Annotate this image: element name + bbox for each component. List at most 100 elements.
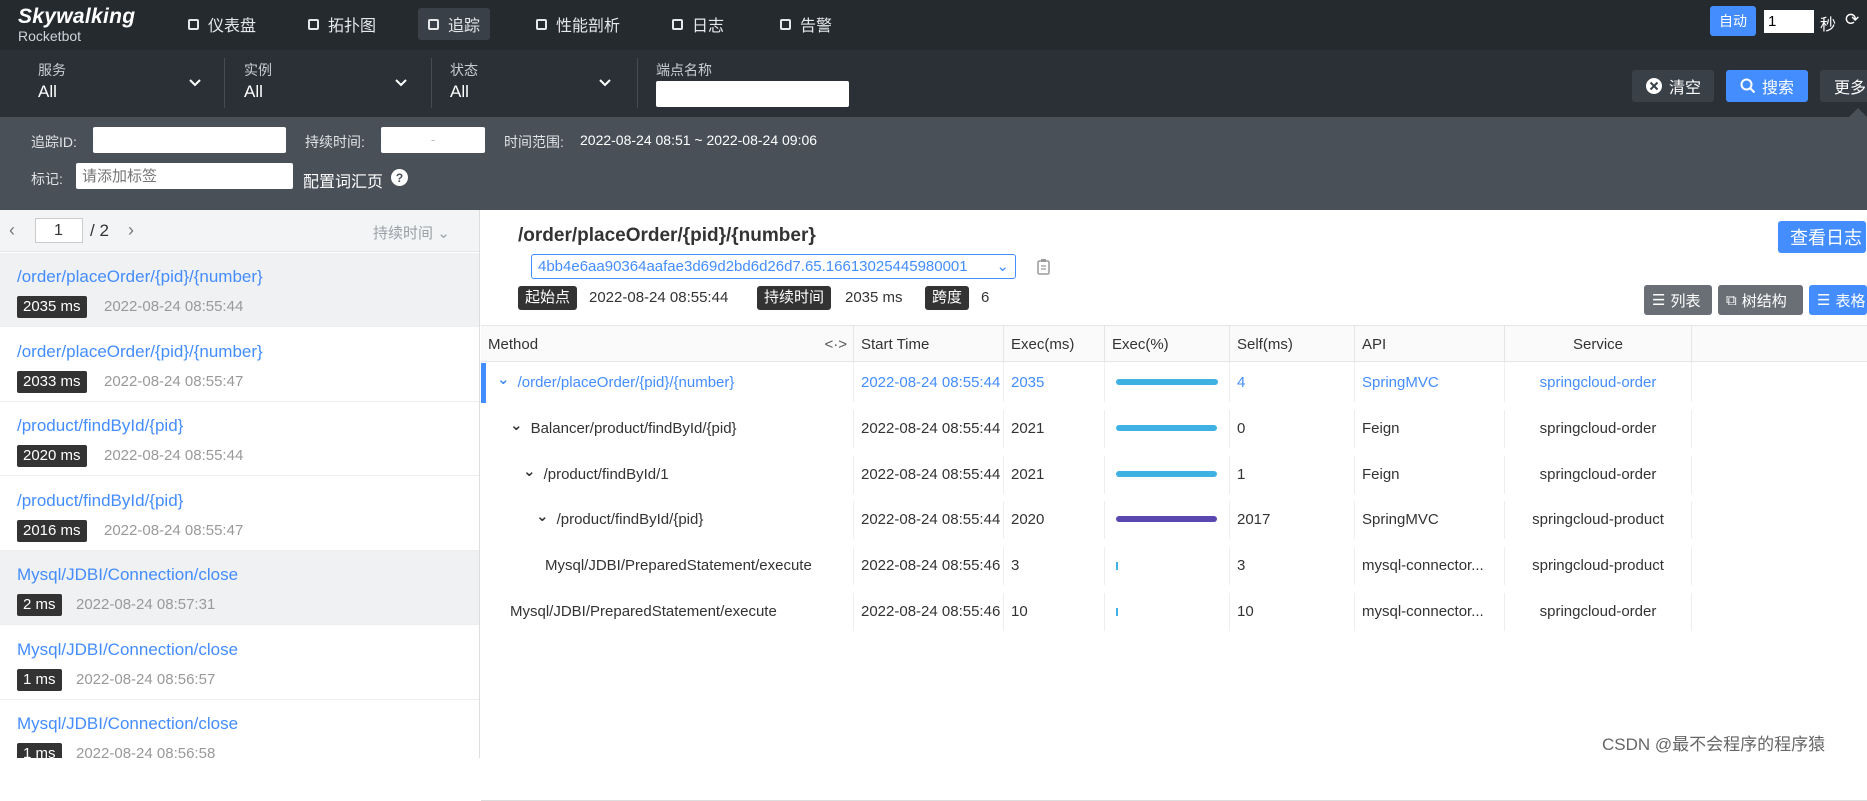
span-row[interactable]: Mysql/JDBI/PreparedStatement/execute 2022… bbox=[481, 547, 1867, 586]
clear-button[interactable]: 清空 bbox=[1632, 70, 1714, 102]
divider bbox=[637, 58, 638, 108]
nav-label: 性能剖析 bbox=[556, 18, 621, 35]
help-icon[interactable]: ? bbox=[391, 169, 408, 186]
trace-list-item[interactable]: /order/placeOrder/{pid}/{number} 2033 ms 2… bbox=[0, 328, 479, 402]
service-label: 服务 bbox=[38, 62, 66, 78]
tags-input[interactable] bbox=[76, 163, 293, 189]
refresh-icon[interactable]: ⟳ bbox=[1845, 10, 1859, 30]
trace-timestamp: 2022-08-24 08:55:44 bbox=[104, 447, 244, 464]
span-row[interactable]: ⌄ /order/placeOrder/{pid}/{number} 2022-08… bbox=[481, 363, 1867, 403]
duration-badge: 2016 ms bbox=[17, 519, 87, 542]
method-cell: Mysql/JDBI/PreparedStatement/execute bbox=[481, 593, 854, 631]
nav-label: 告警 bbox=[800, 18, 833, 35]
trace-detail-panel: /order/placeOrder/{pid}/{number} 查看日志 4b… bbox=[481, 210, 1867, 801]
span-value: 6 bbox=[981, 289, 990, 306]
view-log-button[interactable]: 查看日志 bbox=[1778, 221, 1866, 253]
trace-id-select[interactable]: 4bb4e6aa90364aafae3d69d2bd6d26d7.65.1661… bbox=[531, 254, 1016, 279]
api-cell: Feign bbox=[1355, 455, 1505, 494]
duration-badge: 2035 ms bbox=[17, 296, 87, 318]
trace-endpoint: /order/placeOrder/{pid}/{number} bbox=[17, 341, 263, 361]
divider bbox=[224, 58, 225, 108]
search-label: 搜索 bbox=[1761, 80, 1794, 97]
view-tree-button[interactable]: ⧉ 树结构 bbox=[1718, 285, 1803, 315]
instance-label: 实例 bbox=[244, 62, 272, 78]
self-cell: 1 bbox=[1230, 455, 1355, 494]
trace-list-item[interactable]: Mysql/JDBI/Connection/close 2 ms 2022-08-2… bbox=[0, 551, 479, 625]
search-button[interactable]: 搜索 bbox=[1726, 70, 1808, 102]
duration-separator: - bbox=[430, 132, 436, 147]
more-button[interactable]: 更多 bbox=[1820, 70, 1867, 102]
chevron-down-icon bbox=[395, 79, 407, 87]
exec-cell: 10 bbox=[1004, 593, 1105, 631]
trace-list-item[interactable]: /order/placeOrder/{pid}/{number} 2035 ms 2… bbox=[0, 253, 479, 327]
copy-icon[interactable] bbox=[1036, 258, 1052, 276]
nav-item-3[interactable]: 性能剖析 bbox=[526, 8, 630, 40]
logo-subtitle: Rocketbot bbox=[18, 28, 82, 44]
service-select[interactable]: 服务 All bbox=[38, 60, 208, 106]
chevron-down-icon[interactable]: ⌄ bbox=[497, 364, 510, 399]
trace-timestamp: 2022-08-24 08:55:44 bbox=[104, 298, 244, 315]
endpoint-input[interactable] bbox=[656, 81, 849, 107]
chevron-down-icon[interactable]: ⌄ bbox=[510, 410, 523, 445]
status-value: All bbox=[450, 82, 469, 101]
filter-bar: 服务 All 实例 All 状态 All 端点名称 bbox=[0, 50, 1867, 117]
close-circle-icon bbox=[1645, 78, 1662, 94]
resize-icon[interactable]: <·> bbox=[824, 326, 847, 363]
sort-select[interactable]: 持续时间 ⌄ bbox=[373, 222, 450, 243]
trace-list-item[interactable]: Mysql/JDBI/Connection/close 1 ms 2022-08-2… bbox=[0, 626, 479, 700]
topology-icon bbox=[308, 18, 319, 30]
prev-page-icon[interactable]: ‹ bbox=[9, 220, 15, 241]
span-row[interactable]: Mysql/JDBI/PreparedStatement/execute 2022… bbox=[481, 593, 1867, 631]
table-icon: ☰ bbox=[1817, 292, 1831, 309]
config-link[interactable]: 配置词汇页 bbox=[303, 168, 383, 192]
trace-id-label: 追踪ID: bbox=[31, 134, 77, 150]
nav-item-0[interactable]: 仪表盘 bbox=[178, 8, 266, 40]
nav-item-4[interactable]: 日志 bbox=[662, 8, 734, 40]
span-row[interactable]: ⌄ /product/findById/{pid} 2022-08-24 08:55… bbox=[481, 501, 1867, 540]
next-page-icon[interactable]: › bbox=[128, 220, 134, 241]
start-cell: 2022-08-24 08:55:44 bbox=[854, 364, 1004, 402]
chevron-down-icon: ⌄ bbox=[996, 258, 1009, 275]
trace-list-item[interactable]: /product/findById/{pid} 2020 ms 2022-08-24… bbox=[0, 402, 479, 476]
page-input[interactable]: 1 bbox=[35, 218, 83, 243]
span-row[interactable]: ⌄ /product/findById/1 2022-08-24 08:55:44 2… bbox=[481, 455, 1867, 494]
refresh-interval-input[interactable] bbox=[1764, 10, 1814, 33]
chevron-down-icon[interactable]: ⌄ bbox=[523, 456, 536, 491]
view-table-button[interactable]: ☰ 表格 bbox=[1809, 285, 1867, 315]
nav-item-5[interactable]: 告警 bbox=[770, 8, 842, 40]
self-cell: 3 bbox=[1230, 547, 1355, 586]
duration-label: 持续时间: bbox=[305, 134, 365, 150]
column-header: Self(ms) bbox=[1230, 326, 1355, 363]
nav-item-1[interactable]: 拓扑图 bbox=[298, 8, 386, 40]
method-cell: ⌄ /product/findById/1 bbox=[481, 455, 854, 494]
trace-endpoint: Mysql/JDBI/Connection/close bbox=[17, 639, 239, 659]
trace-icon bbox=[428, 18, 439, 30]
method-cell: ⌄ Balancer/product/findById/{pid} bbox=[481, 409, 854, 448]
service-cell: springcloud-order bbox=[1505, 593, 1692, 631]
trace-list-item[interactable]: Mysql/JDBI/Connection/close 1 ms 2022-08-2… bbox=[0, 700, 479, 758]
duration-badge: 2033 ms bbox=[17, 370, 87, 393]
duration-tag: 持续时间 bbox=[757, 286, 832, 310]
start-tag: 起始点 bbox=[518, 286, 578, 310]
exec-percent-cell bbox=[1105, 593, 1230, 631]
duration-range-input[interactable]: - bbox=[381, 127, 485, 153]
trace-id-input[interactable] bbox=[93, 127, 286, 153]
dashboard-icon bbox=[188, 18, 199, 30]
exec-cell: 2020 bbox=[1004, 501, 1105, 540]
view-table-label: 表格 bbox=[1835, 292, 1866, 310]
exec-percent-cell bbox=[1105, 501, 1230, 540]
view-list-button[interactable]: ☰ 列表 bbox=[1644, 285, 1712, 315]
clear-label: 清空 bbox=[1668, 80, 1701, 97]
duration-badge: 2020 ms bbox=[17, 445, 87, 467]
status-select[interactable]: 状态 All bbox=[450, 60, 620, 106]
log-icon bbox=[672, 18, 683, 30]
instance-value: All bbox=[244, 82, 263, 101]
chevron-down-icon[interactable]: ⌄ bbox=[536, 501, 549, 536]
trace-list-item[interactable]: /product/findById/{pid} 2016 ms 2022-08-24… bbox=[0, 477, 479, 551]
auto-refresh-button[interactable]: 自动 bbox=[1710, 6, 1756, 36]
span-row[interactable]: ⌄ Balancer/product/findById/{pid} 2022-08-… bbox=[481, 409, 1867, 448]
column-header: Start Time bbox=[854, 326, 1004, 363]
method-name: /product/findById/{pid} bbox=[556, 511, 704, 529]
instance-select[interactable]: 实例 All bbox=[244, 60, 414, 106]
nav-item-2[interactable]: 追踪 bbox=[418, 8, 491, 40]
